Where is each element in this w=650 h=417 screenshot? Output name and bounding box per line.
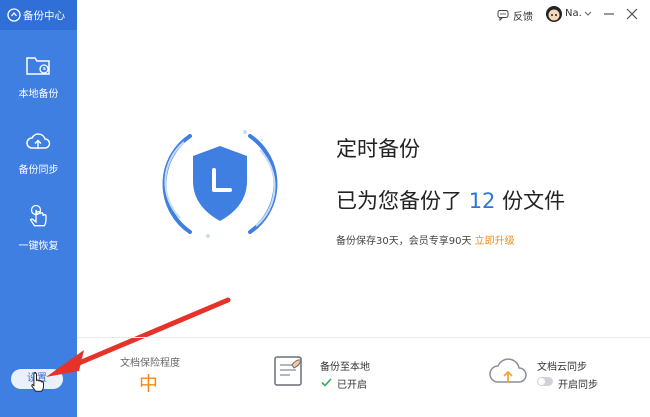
protection-label: 文档保险程度 (120, 358, 180, 369)
local-backup-status: 已开启 (337, 380, 367, 391)
toggle-knob (538, 378, 545, 385)
check-icon (321, 378, 332, 387)
document-icon (274, 356, 302, 386)
local-backup-label: 备份至本地 (320, 362, 370, 373)
divider (77, 337, 650, 338)
annotation-arrow (46, 297, 231, 377)
cloud-sync-label: 文档云同步 (537, 362, 587, 373)
protection-level: 中 (139, 373, 159, 395)
cloud-sync-icon (489, 358, 527, 383)
cloud-sync-toggle-label: 开启同步 (558, 380, 598, 391)
cloud-sync-toggle[interactable] (537, 377, 553, 386)
